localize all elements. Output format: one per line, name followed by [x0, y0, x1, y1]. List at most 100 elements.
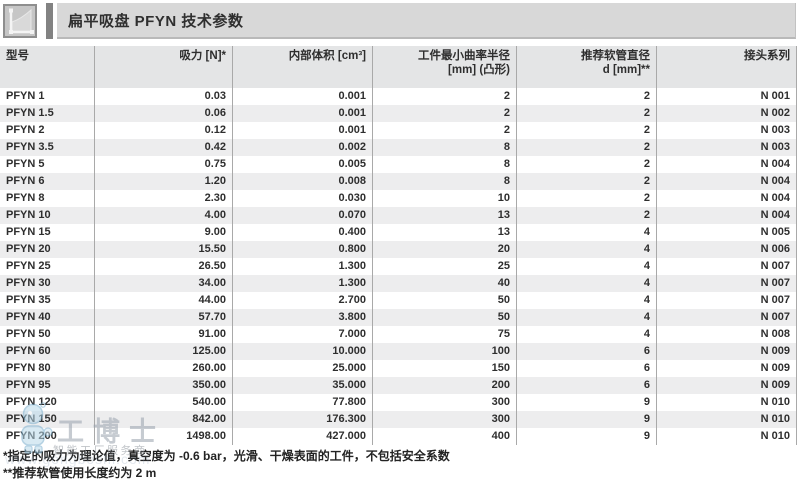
radius-cell: 25	[373, 258, 517, 275]
suction-cell: 842.00	[95, 411, 233, 428]
table-body: PFYN 10.030.00122N 001PFYN 1.50.060.0012…	[0, 88, 797, 445]
column-header-label: 推荐软管直径	[523, 49, 650, 63]
model-cell: PFYN 40	[0, 309, 95, 326]
series-cell: N 006	[657, 241, 797, 258]
hose-cell: 9	[517, 428, 657, 445]
model-cell: PFYN 8	[0, 190, 95, 207]
volume-cell: 0.800	[233, 241, 373, 258]
series-cell: N 004	[657, 190, 797, 207]
model-cell: PFYN 95	[0, 377, 95, 394]
series-cell: N 009	[657, 360, 797, 377]
column-header-label2: [mm] (凸形)	[379, 63, 510, 77]
radius-cell: 8	[373, 173, 517, 190]
series-cell: N 001	[657, 88, 797, 105]
column-header-series: 接头系列	[657, 46, 797, 88]
volume-cell: 176.300	[233, 411, 373, 428]
volume-cell: 2.700	[233, 292, 373, 309]
model-cell: PFYN 80	[0, 360, 95, 377]
radius-cell: 8	[373, 156, 517, 173]
table-row: PFYN 3544.002.700504N 007	[0, 292, 797, 309]
volume-cell: 35.000	[233, 377, 373, 394]
table-row: PFYN 10.030.00122N 001	[0, 88, 797, 105]
hose-cell: 2	[517, 105, 657, 122]
series-cell: N 010	[657, 428, 797, 445]
suction-cell: 0.42	[95, 139, 233, 156]
model-cell: PFYN 20	[0, 241, 95, 258]
series-cell: N 009	[657, 343, 797, 360]
series-cell: N 010	[657, 394, 797, 411]
radius-cell: 400	[373, 428, 517, 445]
table-row: PFYN 159.000.400134N 005	[0, 224, 797, 241]
series-cell: N 010	[657, 411, 797, 428]
volume-cell: 427.000	[233, 428, 373, 445]
model-cell: PFYN 30	[0, 275, 95, 292]
volume-cell: 1.300	[233, 258, 373, 275]
hose-cell: 6	[517, 360, 657, 377]
volume-cell: 0.001	[233, 122, 373, 139]
radius-cell: 300	[373, 411, 517, 428]
model-cell: PFYN 10	[0, 207, 95, 224]
hose-cell: 2	[517, 88, 657, 105]
table-row: PFYN 150842.00176.3003009N 010	[0, 411, 797, 428]
table-row: PFYN 3.50.420.00282N 003	[0, 139, 797, 156]
page-title: 扁平吸盘 PFYN 技术参数	[68, 10, 243, 31]
model-cell: PFYN 50	[0, 326, 95, 343]
hose-cell: 4	[517, 292, 657, 309]
hose-cell: 2	[517, 139, 657, 156]
column-header-label: 型号	[6, 49, 88, 63]
column-header-label: 吸力 [N]*	[101, 49, 226, 63]
series-cell: N 003	[657, 139, 797, 156]
model-cell: PFYN 15	[0, 224, 95, 241]
volume-cell: 0.008	[233, 173, 373, 190]
suction-cell: 0.12	[95, 122, 233, 139]
table-row: PFYN 20.120.00122N 003	[0, 122, 797, 139]
table-row: PFYN 4057.703.800504N 007	[0, 309, 797, 326]
hose-cell: 4	[517, 241, 657, 258]
model-cell: PFYN 25	[0, 258, 95, 275]
radius-cell: 2	[373, 88, 517, 105]
title-bar: 扁平吸盘 PFYN 技术参数	[57, 3, 796, 39]
table-row: PFYN 2015.500.800204N 006	[0, 241, 797, 258]
column-header-label2: d [mm]**	[523, 63, 650, 77]
model-cell: PFYN 150	[0, 411, 95, 428]
radius-cell: 100	[373, 343, 517, 360]
header-accent-stripe	[46, 3, 53, 39]
suction-cell: 4.00	[95, 207, 233, 224]
hose-cell: 4	[517, 309, 657, 326]
radius-cell: 2	[373, 122, 517, 139]
column-header-model: 型号	[0, 46, 95, 88]
model-cell: PFYN 200	[0, 428, 95, 445]
table-row: PFYN 61.200.00882N 004	[0, 173, 797, 190]
column-header-hose: 推荐软管直径 d [mm]**	[517, 46, 657, 88]
model-cell: PFYN 1.5	[0, 105, 95, 122]
suction-cell: 57.70	[95, 309, 233, 326]
volume-cell: 77.800	[233, 394, 373, 411]
radius-cell: 300	[373, 394, 517, 411]
hose-cell: 9	[517, 394, 657, 411]
model-cell: PFYN 120	[0, 394, 95, 411]
radius-cell: 200	[373, 377, 517, 394]
volume-cell: 1.300	[233, 275, 373, 292]
radius-cell: 8	[373, 139, 517, 156]
table-row: PFYN 2526.501.300254N 007	[0, 258, 797, 275]
series-cell: N 007	[657, 309, 797, 326]
series-cell: N 008	[657, 326, 797, 343]
hose-cell: 2	[517, 122, 657, 139]
suction-cell: 540.00	[95, 394, 233, 411]
volume-cell: 0.030	[233, 190, 373, 207]
volume-cell: 0.005	[233, 156, 373, 173]
series-cell: N 004	[657, 173, 797, 190]
radius-cell: 40	[373, 275, 517, 292]
model-cell: PFYN 35	[0, 292, 95, 309]
series-cell: N 007	[657, 258, 797, 275]
radius-cell: 2	[373, 105, 517, 122]
radius-cell: 75	[373, 326, 517, 343]
volume-cell: 0.001	[233, 88, 373, 105]
hose-cell: 4	[517, 326, 657, 343]
table-row: PFYN 50.750.00582N 004	[0, 156, 797, 173]
table-row: PFYN 104.000.070132N 004	[0, 207, 797, 224]
section-header: 扁平吸盘 PFYN 技术参数	[3, 3, 797, 39]
footnotes: *指定的吸力为理论值，真空度为 -0.6 bar，光滑、干燥表面的工件，不包括安…	[3, 448, 450, 482]
table-row: PFYN 3034.001.300404N 007	[0, 275, 797, 292]
series-cell: N 002	[657, 105, 797, 122]
